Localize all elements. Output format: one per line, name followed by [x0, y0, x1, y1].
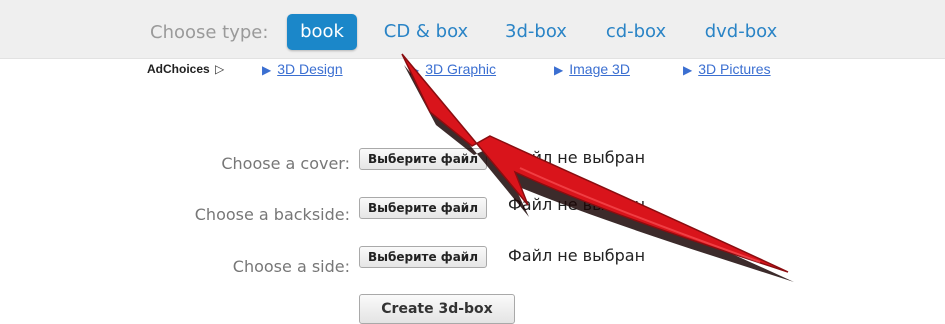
play-triangle-icon: ▶: [410, 63, 420, 77]
ad-link-label: 3D Pictures: [698, 61, 771, 77]
tab-dvd-box[interactable]: dvd-box: [695, 14, 787, 50]
ad-link-label: Image 3D: [569, 61, 630, 77]
play-triangle-icon: ▶: [262, 63, 272, 77]
cover-label: Choose a cover:: [221, 154, 350, 173]
choose-type-label: Choose type:: [150, 22, 269, 43]
play-triangle-icon: ▶: [683, 63, 693, 77]
side-file-button[interactable]: Выберите файл: [359, 246, 487, 268]
backside-file-button[interactable]: Выберите файл: [359, 197, 487, 219]
ad-link-image-3d[interactable]: ▶ Image 3D: [554, 61, 630, 77]
backside-file-status: Файл не выбран: [508, 195, 646, 214]
type-selector-bar: Choose type: book CD & box 3d-box cd-box…: [0, 0, 945, 59]
play-triangle-icon: ▶: [554, 63, 564, 77]
ad-link-3d-design[interactable]: ▶ 3D Design: [262, 61, 343, 77]
ad-link-label: 3D Graphic: [425, 61, 497, 77]
cover-file-status: Файл не выбран: [508, 148, 646, 167]
tab-book[interactable]: book: [287, 14, 357, 50]
ad-link-3d-pictures[interactable]: ▶ 3D Pictures: [683, 61, 771, 77]
side-file-status: Файл не выбран: [508, 246, 646, 265]
backside-label: Choose a backside:: [194, 205, 350, 224]
adchoices-label: AdChoices: [147, 62, 210, 76]
ad-link-label: 3D Design: [277, 61, 343, 77]
create-3d-box-button[interactable]: Create 3d-box: [359, 294, 515, 324]
adchoices-icon: ▷: [215, 62, 225, 76]
tab-cd-and-box[interactable]: CD & box: [380, 14, 472, 50]
side-label: Choose a side:: [232, 257, 350, 276]
adchoices-badge[interactable]: AdChoices ▷: [147, 62, 224, 76]
ad-link-3d-graphic[interactable]: ▶ 3D Graphic: [410, 61, 496, 77]
cover-file-button[interactable]: Выберите файл: [359, 148, 487, 170]
tab-cd-box[interactable]: cd-box: [598, 14, 674, 50]
tab-3d-box[interactable]: 3d-box: [497, 14, 575, 50]
